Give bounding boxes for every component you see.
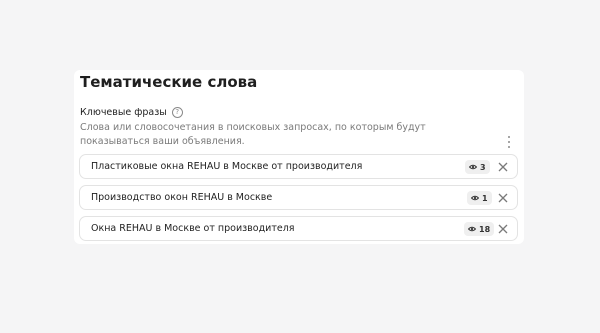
close-icon[interactable] (498, 193, 508, 203)
views-count: 1 (482, 193, 488, 203)
views-badge: 18 (464, 222, 495, 236)
keyphrase-item[interactable]: Окна REHAU в Москве от производителя 18 (79, 216, 518, 241)
keyphrase-text: Производство окон REHAU в Москве (91, 192, 273, 203)
question-circle-icon[interactable]: ? (171, 107, 183, 118)
views-count: 18 (479, 224, 491, 234)
keyphrases-label-row: Ключевые фразы ? (80, 107, 183, 118)
views-badge: 3 (465, 160, 490, 174)
section-title: Тематические слова (80, 73, 258, 91)
eye-icon (469, 164, 477, 170)
views-count: 3 (480, 162, 486, 172)
keyphrase-text: Пластиковые окна REHAU в Москве от произ… (91, 161, 363, 172)
eye-icon (468, 226, 476, 232)
views-badge: 1 (467, 191, 492, 205)
close-icon[interactable] (498, 224, 508, 234)
keyphrases-description: Слова или словосочетания в поисковых зап… (80, 122, 426, 147)
kebab-icon[interactable] (506, 136, 512, 148)
close-icon[interactable] (498, 162, 508, 172)
keyphrase-text: Окна REHAU в Москве от производителя (91, 223, 295, 234)
thematic-words-card: Тематические слова Ключевые фразы ? Слов… (74, 70, 524, 244)
eye-icon (471, 195, 479, 201)
keyphrases-label: Ключевые фразы (80, 107, 167, 118)
keyphrase-item[interactable]: Пластиковые окна REHAU в Москве от произ… (79, 154, 518, 179)
keyphrase-item[interactable]: Производство окон REHAU в Москве 1 (79, 185, 518, 210)
